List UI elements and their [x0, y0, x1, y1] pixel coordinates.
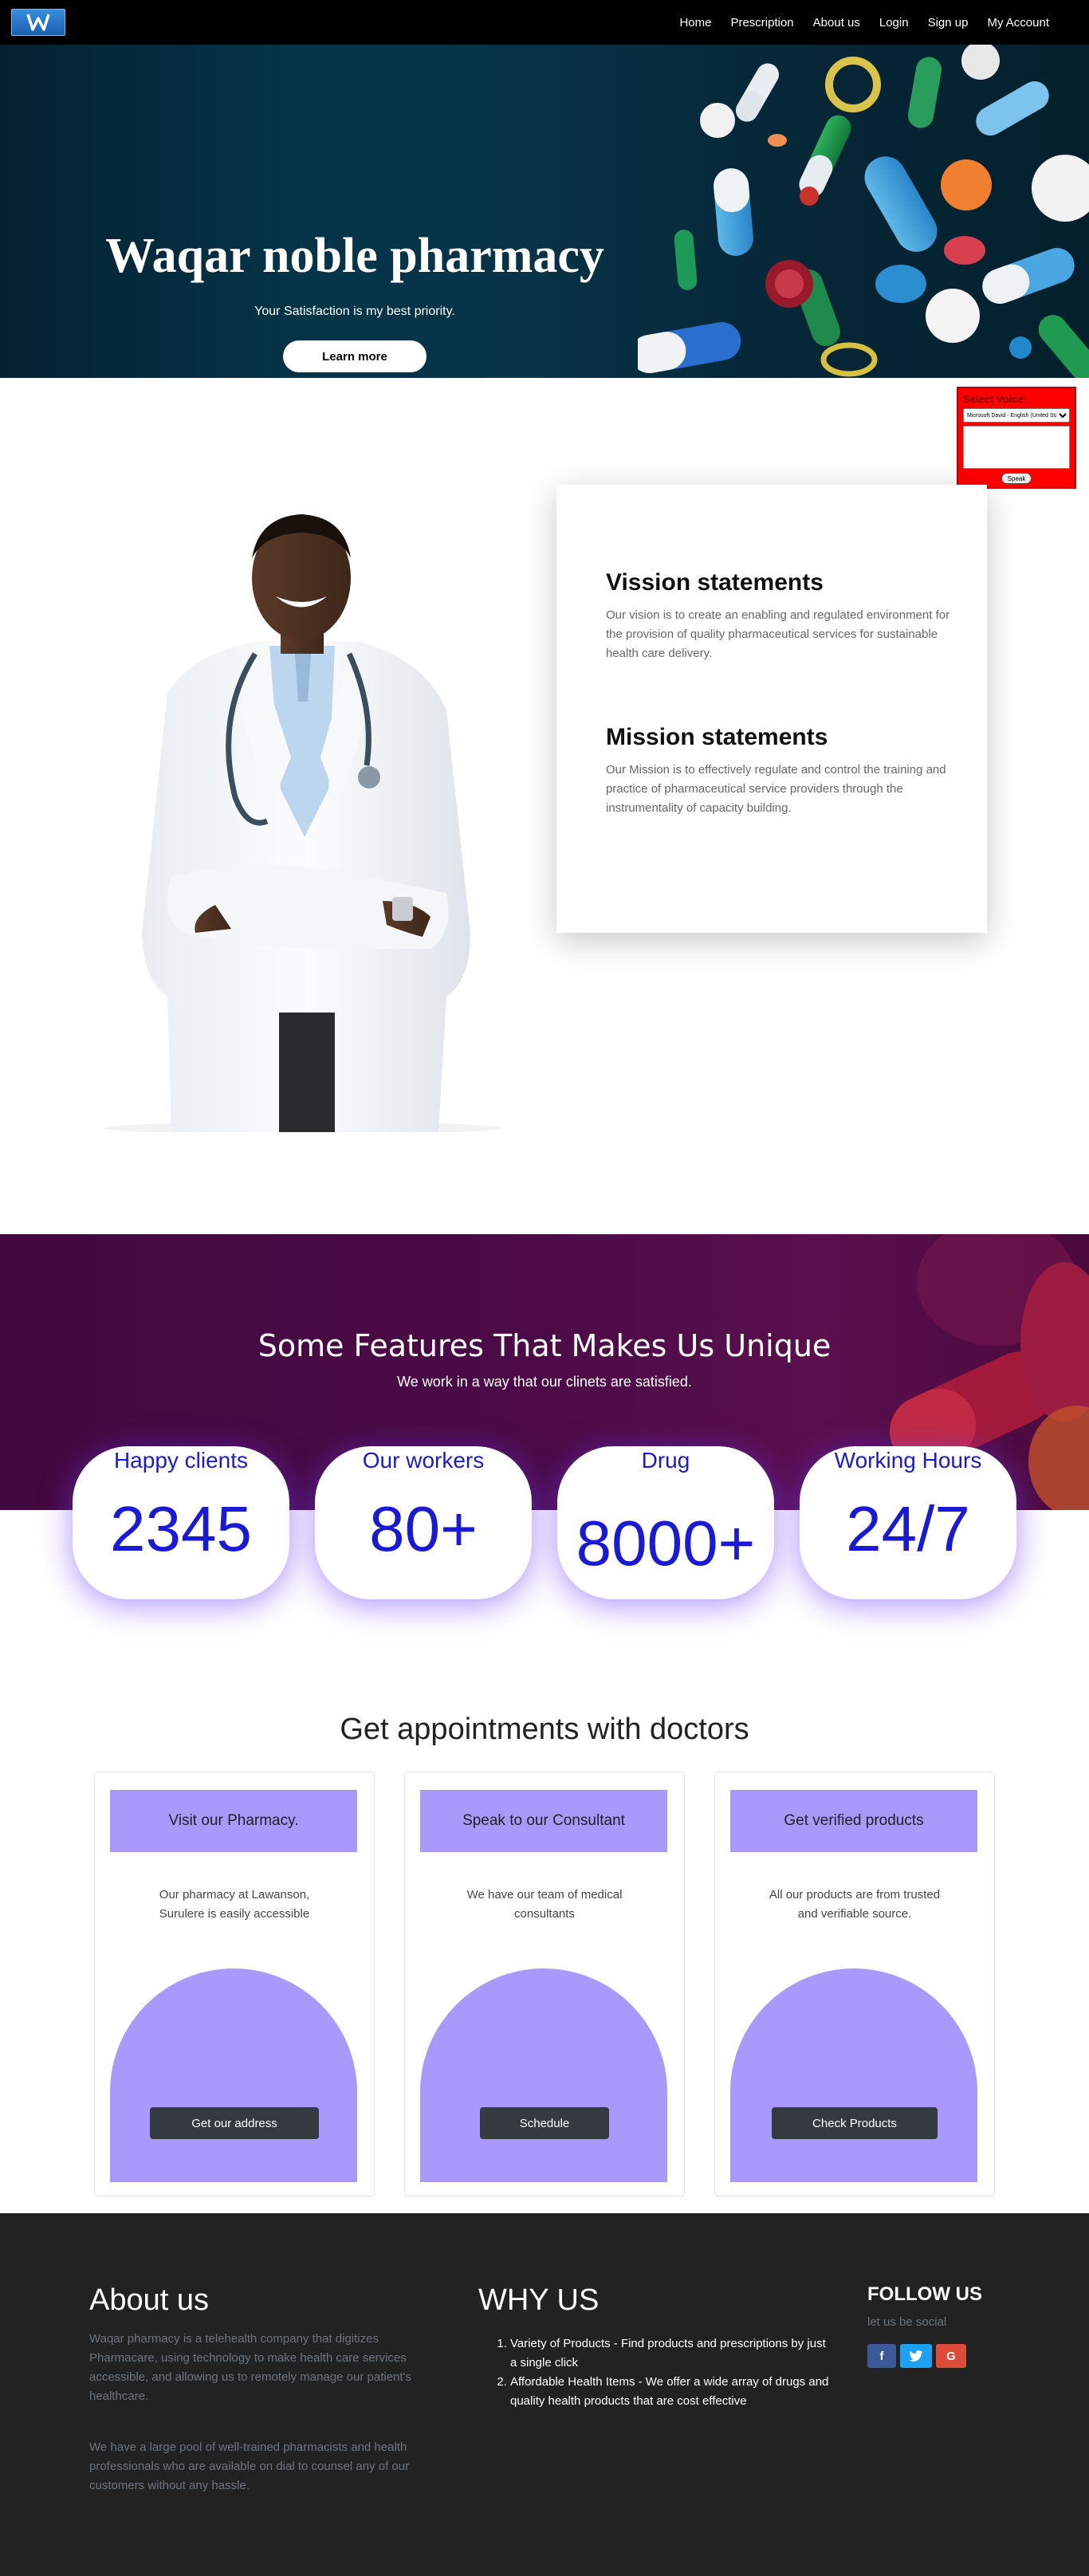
footer-follow-subtitle: let us be social — [867, 2315, 947, 2329]
card-arch-decoration — [420, 1968, 667, 2182]
appointment-card-pharmacy: Visit our Pharmacy. Our pharmacy at Lawa… — [94, 1772, 375, 2196]
footer-about-text-2: We have a large pool of well-trained pha… — [89, 2440, 410, 2492]
footer-about-title: About us — [89, 2283, 209, 2317]
doctor-image — [104, 514, 502, 1132]
facebook-icon[interactable]: f — [867, 2344, 896, 2368]
stat-value: 80+ — [369, 1493, 478, 1564]
navbar: Home Prescription About us Login Sign up… — [0, 0, 1089, 45]
hero-section: Waqar noble pharmacy Your Satisfaction i… — [0, 45, 1089, 378]
footer-why-title: WHY US — [478, 2283, 600, 2317]
features-subtitle: We work in a way that our clinets are sa… — [397, 1374, 692, 1390]
why-us-item: Variety of Products - Find products and … — [510, 2334, 829, 2373]
nav-about-us[interactable]: About us — [804, 16, 870, 29]
stat-card-happy-clients: Happy clients 2345 — [73, 1446, 289, 1599]
select-voice-label: Select Voice: — [963, 393, 1027, 405]
stat-value: 24/7 — [846, 1493, 970, 1564]
logo-w-icon — [26, 14, 50, 31]
mission-text: Our Mission is to effectively regulate a… — [606, 763, 946, 815]
logo[interactable] — [11, 9, 65, 36]
card-heading: Visit our Pharmacy. — [110, 1790, 357, 1852]
pills-image — [638, 45, 1089, 378]
learn-more-button[interactable]: Learn more — [283, 340, 427, 372]
card-text: Our pharmacy at Lawanson, Surulere is ea… — [159, 1888, 310, 1921]
card-arch-decoration — [730, 1968, 977, 2182]
stat-card-our-workers: Our workers 80+ — [315, 1446, 532, 1599]
appointment-card-consultant: Speak to our Consultant We have our team… — [404, 1772, 685, 2196]
stat-label: Happy clients — [113, 1448, 249, 1473]
stat-value: 8000+ — [576, 1508, 756, 1579]
nav-sign-up[interactable]: Sign up — [918, 16, 978, 29]
why-us-item: Affordable Health Items - We offer a wid… — [510, 2373, 829, 2411]
get-address-button[interactable]: Get our address — [150, 2107, 319, 2139]
hero-subtitle: Your Satisfaction is my best priority. — [254, 305, 455, 318]
stat-label: Our workers — [362, 1448, 485, 1473]
features-title: Some Features That Makes Us Unique — [258, 1328, 831, 1363]
voice-select[interactable]: Microsoft David - English (United States… — [963, 408, 1070, 423]
speak-button[interactable]: Speak — [1001, 473, 1032, 484]
appointment-card-products: Get verified products All our products a… — [714, 1772, 995, 2196]
google-icon[interactable]: G — [936, 2344, 966, 2368]
card-text: We have our team of medical consultants — [466, 1888, 623, 1921]
twitter-bird-icon — [909, 2350, 923, 2362]
stat-value: 2345 — [110, 1493, 252, 1564]
nav-my-account[interactable]: My Account — [977, 16, 1059, 29]
stat-card-drug: Drug 8000+ — [557, 1446, 774, 1599]
card-heading: Speak to our Consultant — [420, 1790, 667, 1852]
footer-follow-title: FOLLOW US — [867, 2283, 982, 2305]
schedule-button[interactable]: Schedule — [480, 2107, 609, 2139]
footer: About us Waqar pharmacy is a telehealth … — [0, 2213, 1089, 2576]
stat-label: Working Hours — [834, 1448, 982, 1473]
card-arch-decoration — [110, 1968, 357, 2182]
stat-label: Drug — [641, 1448, 690, 1473]
why-us-list: Variety of Products - Find products and … — [510, 2334, 829, 2411]
twitter-icon[interactable] — [900, 2344, 932, 2368]
nav-home[interactable]: Home — [670, 16, 721, 29]
card-text: All our products are from trusted and ve… — [769, 1888, 941, 1921]
voice-widget: Select Voice: Microsoft David - English … — [957, 387, 1076, 489]
vision-mission-card: Vission statements Our vision is to crea… — [556, 485, 987, 933]
vision-text: Our vision is to create an enabling and … — [606, 608, 950, 660]
hero-title: Waqar noble pharmacy — [105, 229, 604, 283]
mission-title: Mission statements — [606, 724, 828, 750]
check-products-button[interactable]: Check Products — [772, 2107, 938, 2139]
nav-prescription[interactable]: Prescription — [721, 16, 803, 29]
nav-login[interactable]: Login — [870, 16, 918, 29]
appointments-title: Get appointments with doctors — [340, 1713, 749, 1746]
card-heading: Get verified products — [730, 1790, 977, 1852]
stat-card-working-hours: Working Hours 24/7 — [800, 1446, 1016, 1599]
vision-title: Vission statements — [606, 569, 824, 596]
footer-about-text: Waqar pharmacy is a telehealth company t… — [89, 2332, 411, 2403]
speech-text-input[interactable] — [963, 426, 1070, 469]
nav-links: Home Prescription About us Login Sign up… — [670, 0, 1059, 45]
